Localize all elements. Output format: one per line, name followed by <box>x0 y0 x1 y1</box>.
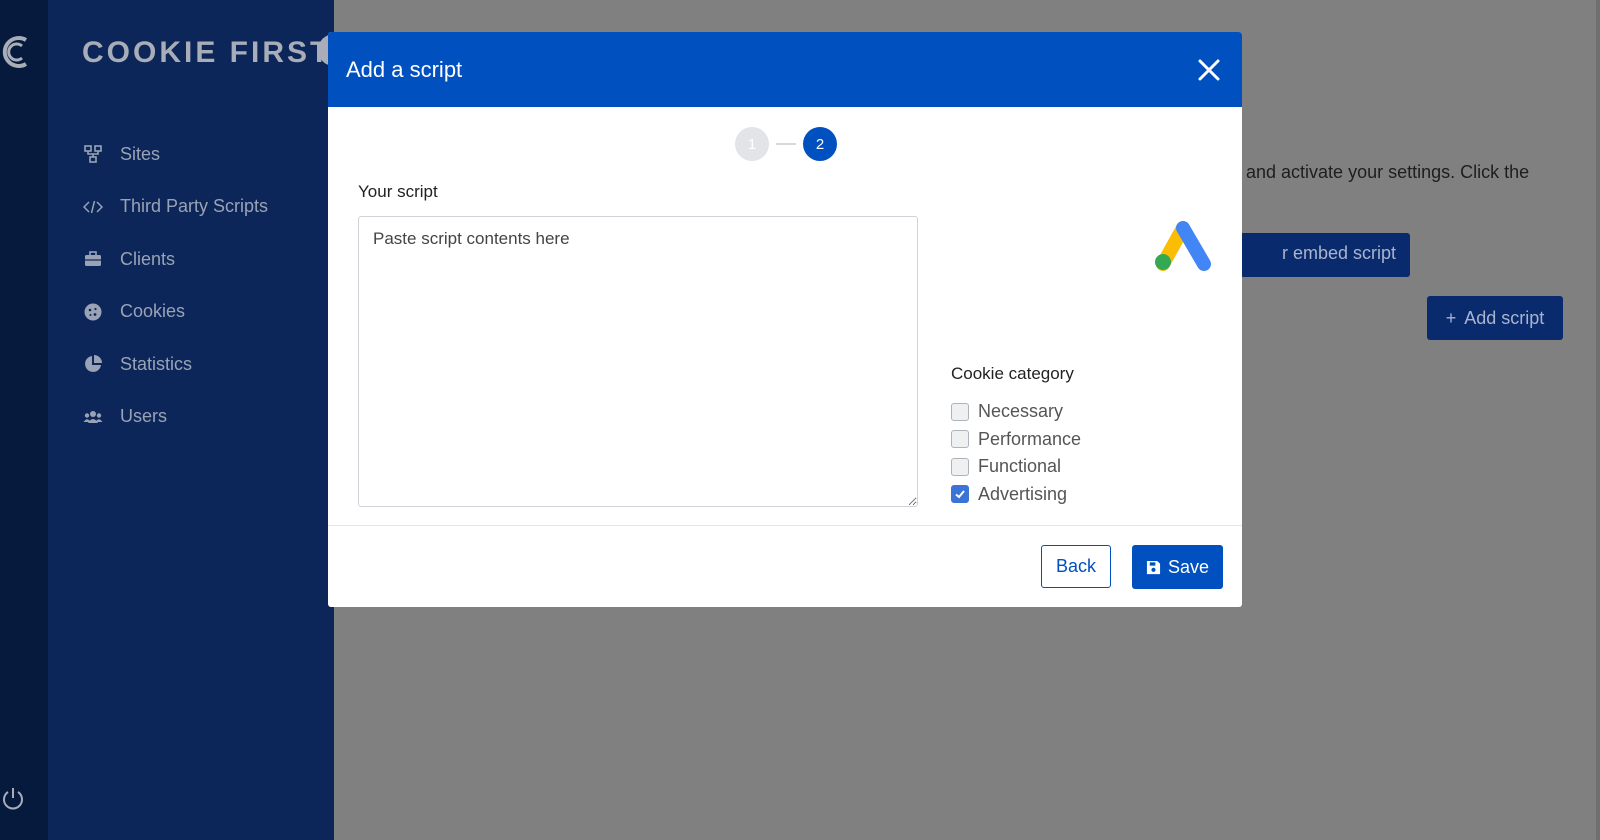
plus-icon: + <box>1445 307 1457 328</box>
sidebar-item-third-party-scripts[interactable]: Third Party Scripts <box>82 181 268 234</box>
category-label: Advertising <box>978 483 1068 504</box>
step-1[interactable]: 1 <box>735 127 769 161</box>
sidebar-item-label: Users <box>120 406 168 427</box>
sidebar-item-clients[interactable]: Clients <box>82 233 268 286</box>
category-performance[interactable]: Performance <box>951 426 1081 454</box>
category-label: Functional <box>978 456 1062 477</box>
functional-checkbox[interactable] <box>951 457 969 476</box>
users-icon <box>82 406 104 428</box>
sidebar-nav: Sites Third Party Scripts Clients Cookie… <box>82 128 268 443</box>
category-label: Performance <box>978 428 1082 449</box>
close-icon <box>1198 59 1220 80</box>
sidebar: COOKIE FIRST Sites Third Party Scripts C… <box>48 0 350 840</box>
sidebar-item-cookies[interactable]: Cookies <box>82 286 268 339</box>
close-button[interactable] <box>1194 55 1224 85</box>
add-script-modal: Add a script 1 2 Your script Cookie cate… <box>328 32 1242 607</box>
checkmark-icon <box>955 490 965 499</box>
script-input[interactable] <box>358 216 918 507</box>
power-icon[interactable] <box>0 786 26 812</box>
step-connector <box>776 143 796 145</box>
cookie-category-label: Cookie category <box>951 364 1074 383</box>
sidebar-item-sites[interactable]: Sites <box>82 128 268 181</box>
save-label: Save <box>1167 556 1210 577</box>
sidebar-item-label: Third Party Scripts <box>120 196 269 217</box>
step-2[interactable]: 2 <box>803 127 837 161</box>
back-button[interactable]: Back <box>1041 545 1111 588</box>
sidebar-item-label: Cookies <box>120 301 186 322</box>
icon-rail <box>0 0 48 840</box>
sitemap-icon <box>82 143 104 165</box>
sidebar-item-label: Sites <box>120 143 161 164</box>
sidebar-item-statistics[interactable]: Statistics <box>82 338 268 391</box>
modal-title: Add a script <box>346 56 463 82</box>
cookie-category-list: Necessary Performance Functional Adverti… <box>951 398 1081 508</box>
stepper: 1 2 <box>735 127 837 161</box>
scrollbar[interactable] <box>1596 0 1600 840</box>
performance-checkbox[interactable] <box>951 430 969 449</box>
save-button[interactable]: Save <box>1132 545 1223 589</box>
brand-logo-text: COOKIE FIRST <box>82 36 332 69</box>
google-ads-logo-icon <box>1155 221 1211 271</box>
add-script-label: Add script <box>1464 307 1545 328</box>
sidebar-item-label: Statistics <box>120 353 193 374</box>
script-label: Your script <box>358 182 438 201</box>
code-icon <box>82 196 104 218</box>
category-necessary[interactable]: Necessary <box>951 398 1081 426</box>
floppy-disk-icon <box>1146 560 1161 574</box>
sidebar-item-label: Clients <box>120 248 176 269</box>
briefcase-icon <box>82 248 104 270</box>
necessary-checkbox[interactable] <box>951 402 969 421</box>
pie-chart-icon <box>82 353 104 375</box>
sidebar-item-users[interactable]: Users <box>82 391 268 444</box>
category-label: Necessary <box>978 401 1064 422</box>
cookie-first-logo-icon <box>2 36 28 68</box>
modal-header: Add a script <box>328 32 1242 107</box>
category-advertising[interactable]: Advertising <box>951 481 1081 509</box>
instruction-text: and activate your settings. Click the <box>1246 162 1530 182</box>
category-functional[interactable]: Functional <box>951 453 1081 481</box>
modal-footer-divider <box>328 525 1242 526</box>
embed-script-button[interactable]: r embed script <box>1226 233 1410 277</box>
advertising-checkbox[interactable] <box>951 485 969 504</box>
add-script-button[interactable]: + Add script <box>1427 296 1563 340</box>
cookie-icon <box>82 301 104 323</box>
